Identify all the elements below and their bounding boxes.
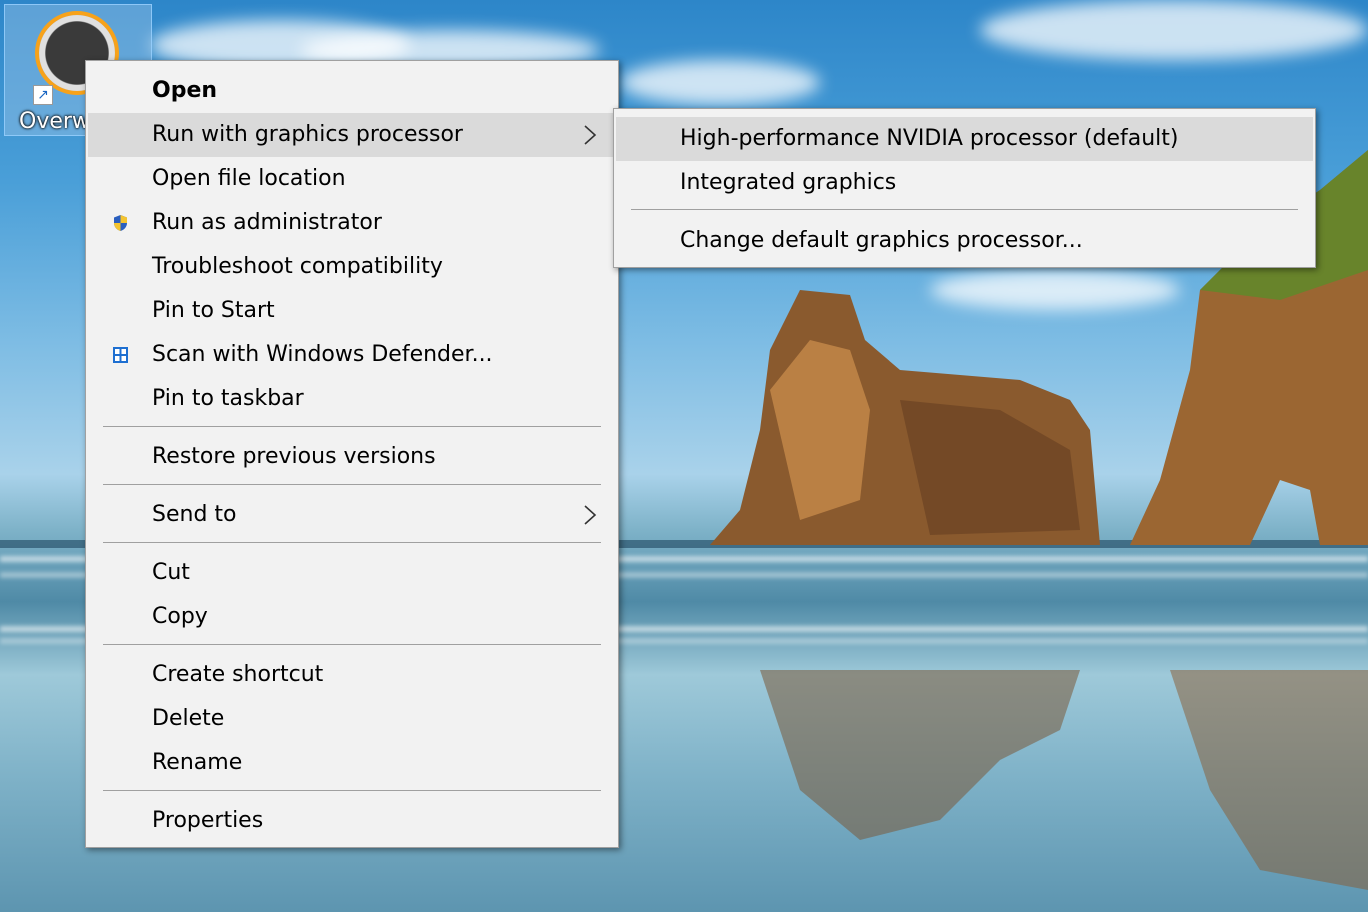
windows-defender-icon	[113, 347, 128, 363]
menu-item-create-shortcut[interactable]: Create shortcut	[88, 653, 616, 697]
menu-item-open-file-location[interactable]: Open file location	[88, 157, 616, 201]
menu-item-label: Cut	[152, 560, 190, 585]
menu-item-label: Restore previous versions	[152, 444, 436, 469]
menu-item-label: Create shortcut	[152, 662, 324, 687]
context-menu: Open Run with graphics processor Open fi…	[85, 60, 619, 848]
submenu-item-high-performance-nvidia[interactable]: High-performance NVIDIA processor (defau…	[616, 117, 1313, 161]
menu-item-label: Pin to taskbar	[152, 386, 304, 411]
menu-item-pin-to-taskbar[interactable]: Pin to taskbar	[88, 377, 616, 421]
menu-item-label: Troubleshoot compatibility	[152, 254, 443, 279]
menu-item-scan-with-windows-defender[interactable]: Scan with Windows Defender...	[88, 333, 616, 377]
menu-separator	[103, 644, 601, 645]
rock-reflection-right	[1170, 670, 1368, 890]
graphics-processor-submenu: High-performance NVIDIA processor (defau…	[613, 108, 1316, 268]
menu-item-pin-to-start[interactable]: Pin to Start	[88, 289, 616, 333]
menu-item-run-as-administrator[interactable]: Run as administrator	[88, 201, 616, 245]
submenu-item-label: High-performance NVIDIA processor (defau…	[680, 126, 1179, 151]
menu-separator	[103, 790, 601, 791]
desktop-icon-label: Overw	[19, 109, 90, 134]
menu-item-label: Scan with Windows Defender...	[152, 342, 493, 367]
rock-reflection	[760, 670, 1080, 840]
menu-item-label: Rename	[152, 750, 243, 775]
menu-item-label: Open	[152, 78, 218, 103]
menu-item-label: Delete	[152, 706, 225, 731]
menu-item-label: Pin to Start	[152, 298, 275, 323]
menu-separator	[103, 426, 601, 427]
menu-item-label: Run as administrator	[152, 210, 382, 235]
submenu-item-integrated-graphics[interactable]: Integrated graphics	[616, 161, 1313, 205]
menu-separator	[631, 209, 1298, 210]
menu-separator	[103, 542, 601, 543]
menu-item-open[interactable]: Open	[88, 69, 616, 113]
menu-item-restore-previous-versions[interactable]: Restore previous versions	[88, 435, 616, 479]
menu-item-label: Send to	[152, 502, 237, 527]
menu-item-label: Copy	[152, 604, 208, 629]
submenu-item-label: Change default graphics processor...	[680, 228, 1083, 253]
menu-item-copy[interactable]: Copy	[88, 595, 616, 639]
chevron-right-icon	[584, 505, 597, 525]
menu-item-run-with-graphics-processor[interactable]: Run with graphics processor	[88, 113, 616, 157]
menu-item-properties[interactable]: Properties	[88, 799, 616, 843]
submenu-item-change-default-graphics-processor[interactable]: Change default graphics processor...	[616, 219, 1313, 263]
menu-item-rename[interactable]: Rename	[88, 741, 616, 785]
uac-shield-icon	[114, 215, 127, 231]
shortcut-arrow-icon: ↗	[33, 85, 53, 105]
menu-item-label: Open file location	[152, 166, 346, 191]
submenu-item-label: Integrated graphics	[680, 170, 897, 195]
menu-item-delete[interactable]: Delete	[88, 697, 616, 741]
menu-item-label: Properties	[152, 808, 264, 833]
menu-item-troubleshoot-compatibility[interactable]: Troubleshoot compatibility	[88, 245, 616, 289]
menu-item-label: Run with graphics processor	[152, 122, 463, 147]
chevron-right-icon	[584, 125, 597, 145]
menu-item-send-to[interactable]: Send to	[88, 493, 616, 537]
menu-item-cut[interactable]: Cut	[88, 551, 616, 595]
rock-formation-left	[710, 290, 1100, 545]
menu-separator	[103, 484, 601, 485]
